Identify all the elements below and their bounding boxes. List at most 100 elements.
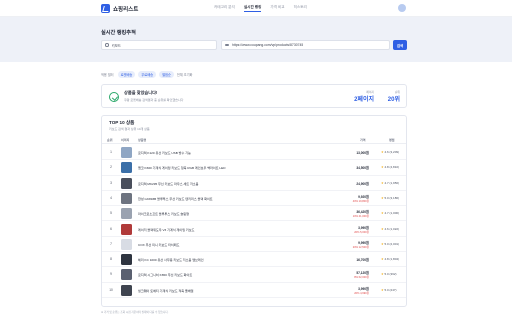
row-rank: 10 (109, 287, 113, 292)
table-header: 순위 이미지 상품명 가격 평점 (102, 136, 406, 144)
stat-value: 20위 (387, 97, 400, 103)
row-rank: 9 (110, 272, 112, 277)
rating-value: 4.8 (4,810) (384, 165, 400, 170)
table-row[interactable]: 2 앱코 K660 기계식 게이밍 키보드 청축 RGB 레인보우 백라이트 LE… (102, 160, 406, 176)
product-rating: ★ 4.6 (1,022) (381, 227, 399, 231)
header-rank: 순위 (107, 138, 113, 142)
footnote: ※ 가격 및 순위는 조회 시점 기준이며 실제와 다를 수 있습니다. (101, 311, 169, 314)
table-row[interactable]: 9 로지텍 시그니처 K650 무선 키보드 화이트 57,120원 8% 62,00… (102, 267, 406, 283)
nav-link-price[interactable]: 가격 비교 (270, 5, 284, 12)
product-thumbnail[interactable] (121, 177, 132, 189)
product-thumbnail[interactable] (121, 223, 132, 235)
rating-value: 4.8 (1,804) (384, 257, 400, 262)
stat-value: 2페이지 (354, 97, 374, 103)
product-rating: ★ 4.8 (1,804) (381, 257, 399, 261)
product-thumbnail[interactable] (121, 269, 132, 281)
header-rating: 평점 (389, 138, 395, 142)
table-title: TOP 10 상품 (109, 120, 135, 125)
logo-icon (101, 4, 110, 13)
product-thumbnail[interactable] (121, 147, 132, 158)
product-thumbnail[interactable] (121, 238, 132, 250)
table-row[interactable]: 10 씽크웨이 토체티 기계식 키보드 적축 풀배열 3,990원 20% 4,990… (102, 283, 406, 298)
filter-chip[interactable]: 별점순 (159, 71, 174, 78)
product-name[interactable]: 레이저 블랙위도우 V3 기계식 게이밍 키보드 (138, 227, 338, 232)
row-rank: 2 (110, 165, 112, 170)
product-name[interactable]: 로지텍 K120 유선 키보드 USB 방수 기능 (138, 150, 338, 155)
product-name[interactable]: 로지텍 시그니처 K650 무선 키보드 화이트 (138, 272, 338, 277)
product-price: 34,500원 (356, 166, 369, 171)
logo-text: 쇼핑리스트 (113, 6, 139, 13)
rating-value: 4.6 (1,022) (384, 226, 400, 231)
product-rating: ★ 5.0 (3,186) (381, 196, 399, 200)
nav-link-category[interactable]: 카테고리 분석 (214, 5, 235, 12)
product-name[interactable]: 앱코 K660 기계식 게이밍 키보드 청축 RGB 레인보우 백라이트 LED (138, 165, 338, 170)
table-row[interactable]: 1 로지텍 K120 유선 키보드 USB 방수 기능 13,000원 ★ 4.6 (… (102, 145, 406, 161)
row-rank: 6 (110, 226, 112, 231)
product-rating: ★ 4.8 (4,810) (381, 165, 399, 169)
filter-label: 적용 필터 (101, 73, 114, 77)
product-name[interactable]: COX 무선 미니 키보드 터치패드 (138, 242, 338, 247)
table-row[interactable]: 3 로지텍 MK295 무선 키보드 마우스 세트 저소음 24,900원 ★ 4.7… (102, 176, 406, 191)
product-discount: 8% 62,000원 (354, 276, 369, 280)
product-name[interactable]: 로지텍 MK295 무선 키보드 마우스 세트 저소음 (138, 181, 338, 186)
product-rating: ★ 4.7 (1,956) (381, 181, 399, 185)
product-price: 16,700원 (356, 258, 369, 263)
row-rank: 4 (110, 195, 112, 200)
product-rating: ★ 4.7 (1,000) (381, 211, 399, 215)
result-title: 상품을 찾았습니다! (124, 90, 158, 95)
nav-link-history[interactable]: 히스토리 (294, 5, 307, 12)
url-input[interactable]: https://www.coupang.com/vp/products/8730… (221, 40, 390, 50)
product-thumbnail[interactable] (121, 192, 132, 204)
rating-value: 4.7 (1,956) (384, 180, 400, 185)
product-price: 24,900원 (356, 181, 369, 186)
product-discount: 10% 41,000원 (352, 215, 369, 219)
table-row[interactable]: 5 마이크로소프트 블루투스 키보드 슬림형 36,420원 10% 41,000원 ★… (102, 206, 406, 222)
table-row[interactable]: 6 레이저 블랙위도우 V3 기계식 게이밍 키보드 3,990원 20% 5,000… (102, 222, 406, 237)
nav-links: 카테고리 분석 실시간 랭킹 가격 비교 히스토리 (214, 5, 307, 12)
check-circle-icon (109, 92, 119, 102)
search-icon (105, 43, 109, 47)
table-row[interactable]: 7 COX 무선 미니 키보드 터치패드 9,990원 20% 12,500원 ★ 5.… (102, 237, 406, 253)
rating-value: 5.0 (247) (384, 287, 397, 292)
table-subtitle: 키보드 검색 결과 상위 10개 상품 (109, 127, 150, 131)
product-thumbnail[interactable] (121, 162, 132, 174)
product-rating: ★ 5.0 (362) (381, 272, 397, 276)
table-row[interactable]: 4 한성 GK893B 블루투스 무선 키보드 텐키리스 블랙 화이트 9,920원… (102, 191, 406, 207)
filter-chip[interactable]: 로켓배송 (117, 71, 136, 78)
keyword-input[interactable]: 키보드 (101, 40, 217, 50)
table-row[interactable]: 8 체리 KC 1000 유선 사무용 키보드 저소음 멤브레인 16,700원 ★ … (102, 252, 406, 268)
nav-link-ranking[interactable]: 실시간 랭킹 (243, 5, 262, 12)
row-rank: 3 (110, 180, 112, 185)
product-thumbnail[interactable] (121, 254, 132, 266)
stat-page: 페이지 2페이지 (348, 90, 374, 103)
rating-value: 5.0 (3,186) (384, 195, 400, 200)
product-discount: 40% 19,800원 (352, 199, 369, 203)
top10-table-card: TOP 10 상품 키보드 검색 결과 상위 10개 상품 순위 이미지 상품명… (101, 115, 407, 307)
reset-filters-link[interactable]: 전체 초기화 (177, 72, 193, 77)
search-button[interactable]: 검색 (393, 40, 407, 50)
header-price: 가격 (360, 138, 366, 142)
product-name[interactable]: 마이크로소프트 블루투스 키보드 슬림형 (138, 211, 338, 216)
product-thumbnail[interactable] (121, 284, 132, 296)
row-rank: 5 (110, 211, 112, 216)
product-name[interactable]: 씽크웨이 토체티 기계식 키보드 적축 풀배열 (138, 288, 338, 293)
header-name: 상품명 (138, 138, 147, 142)
avatar[interactable] (398, 4, 406, 12)
product-name[interactable]: 한성 GK893B 블루투스 무선 키보드 텐키리스 블랙 화이트 (138, 196, 338, 201)
rating-value: 4.7 (1,000) (384, 211, 400, 216)
rating-value: 5.0 (362) (384, 272, 397, 277)
product-thumbnail[interactable] (121, 208, 132, 220)
keyword-value: 키보드 (111, 43, 121, 48)
stat-rank: 순위 20위 (378, 90, 400, 103)
product-rating: ★ 5.0 (247) (381, 288, 397, 292)
rating-value: 5.0 (2,001) (384, 241, 400, 246)
logo[interactable]: 쇼핑리스트 (101, 4, 138, 13)
filter-row: 적용 필터 로켓배송 무료배송 별점순 전체 초기화 (101, 71, 192, 78)
result-card: 상품을 찾았습니다! 쿠팡 로켓배송 검색결과 중 순위를 확인했습니다 페이지… (101, 84, 407, 108)
product-price: 13,000원 (356, 151, 369, 155)
result-subtitle: 쿠팡 로켓배송 검색결과 중 순위를 확인했습니다 (124, 98, 184, 102)
row-rank: 7 (110, 241, 112, 246)
filter-chip[interactable]: 무료배송 (138, 71, 157, 78)
product-name[interactable]: 체리 KC 1000 유선 사무용 키보드 저소음 멤브레인 (138, 257, 338, 262)
product-discount: 20% 4,990원 (354, 291, 369, 295)
